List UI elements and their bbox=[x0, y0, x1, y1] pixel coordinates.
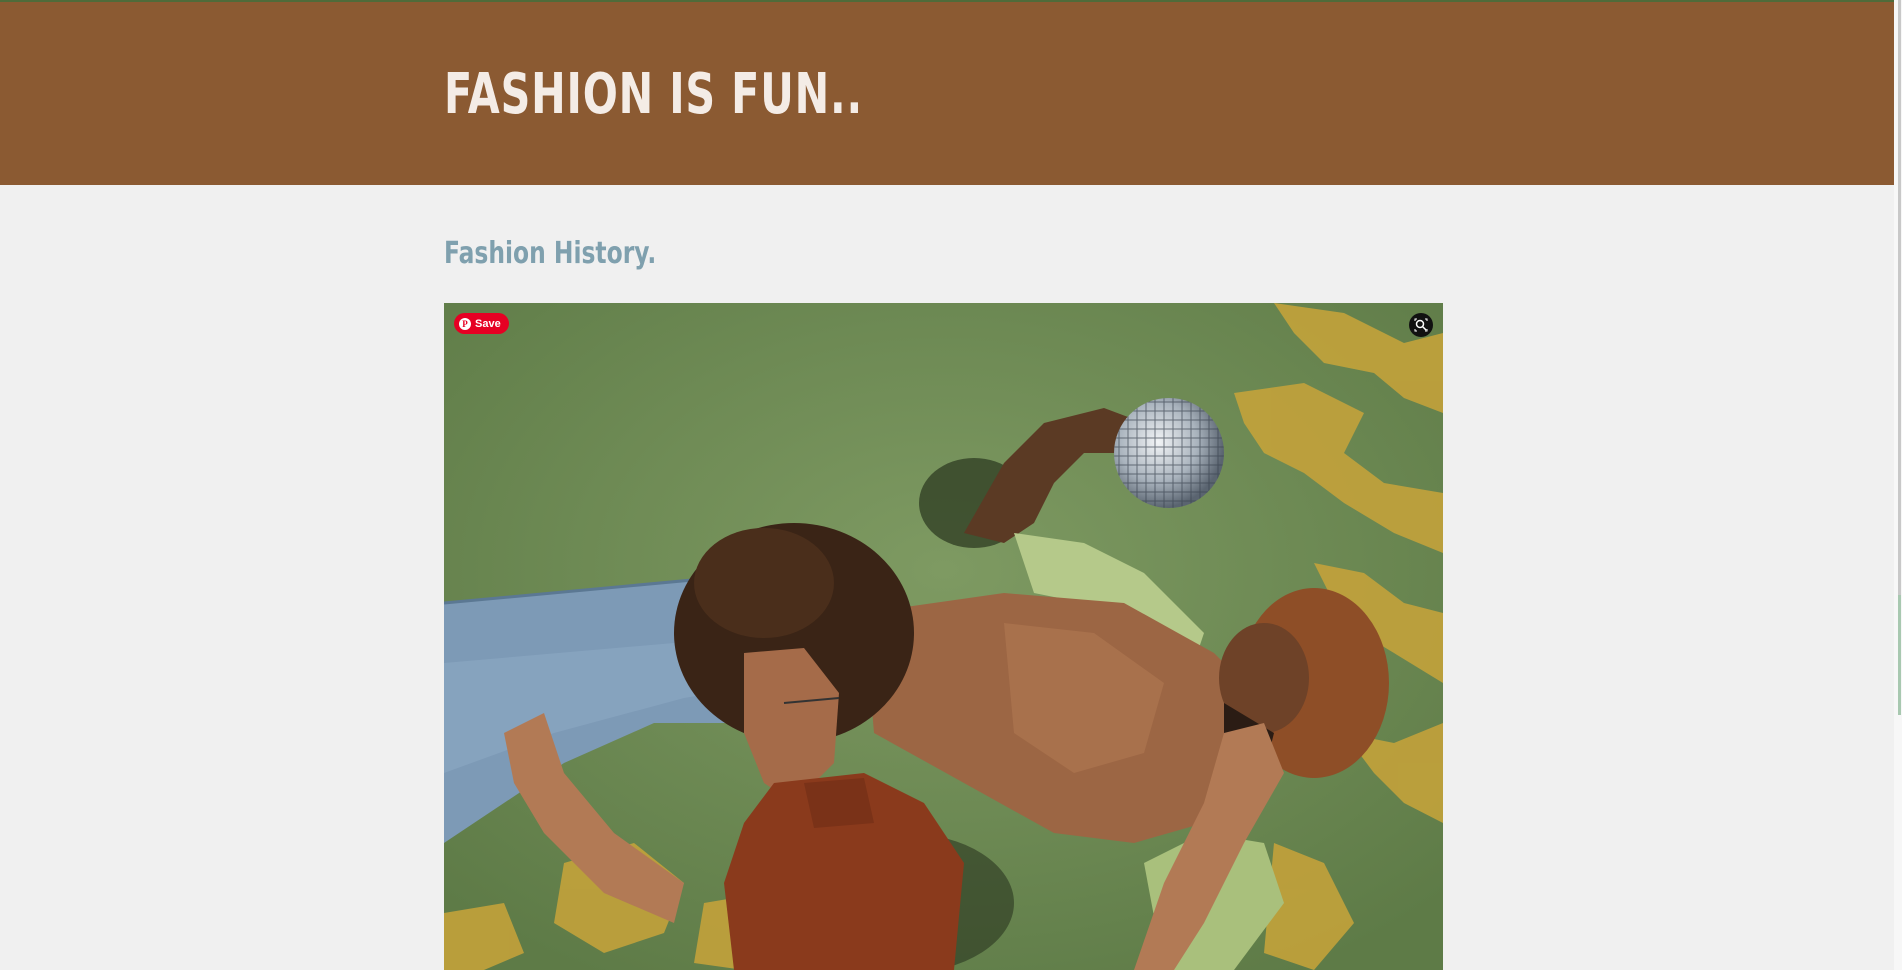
scrollbar-marker bbox=[1898, 595, 1901, 715]
scrollbar-thumb[interactable] bbox=[1898, 0, 1901, 595]
visual-search-icon bbox=[1414, 318, 1428, 332]
fashion-photo[interactable]: P Save bbox=[444, 303, 1443, 970]
site-header: FASHION IS FUN.. bbox=[0, 2, 1894, 185]
site-title[interactable]: FASHION IS FUN.. bbox=[444, 62, 863, 127]
section-title: Fashion History. bbox=[444, 236, 657, 271]
save-label: Save bbox=[475, 317, 501, 330]
visual-search-button[interactable] bbox=[1409, 313, 1433, 337]
pinterest-icon: P bbox=[459, 317, 471, 330]
photo-illustration bbox=[444, 303, 1443, 970]
pinterest-save-button[interactable]: P Save bbox=[454, 313, 509, 334]
